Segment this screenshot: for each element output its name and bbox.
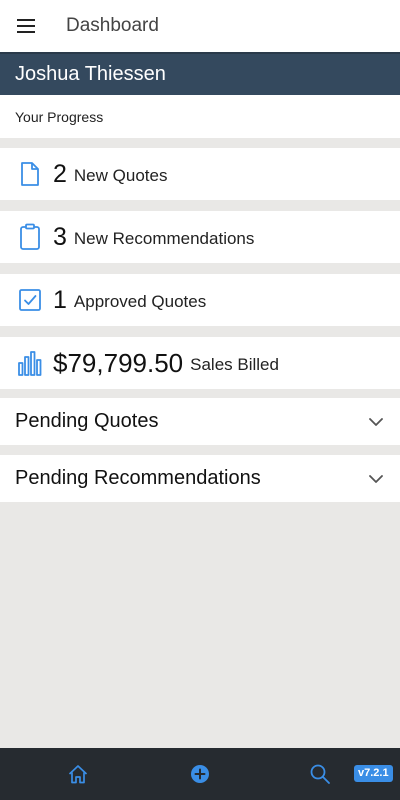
stat-label: Sales Billed	[190, 355, 279, 374]
chevron-down-icon[interactable]	[368, 471, 384, 487]
stat-card-new-recommendations[interactable]: 3 New Recommendations	[0, 211, 400, 263]
stat-label: New Quotes	[73, 166, 168, 185]
section-title: Pending Recommendations	[15, 467, 261, 489]
page-title: Dashboard	[66, 15, 159, 36]
stat-label: Approved Quotes	[73, 292, 207, 311]
bottom-nav: v7.2.1	[0, 748, 400, 800]
stat-value: 3	[53, 222, 67, 251]
user-name: Joshua Thiessen	[15, 63, 166, 85]
stat-value: $79,799.50	[53, 347, 184, 378]
stat-card-new-quotes[interactable]: 2 New Quotes	[0, 148, 400, 200]
stat-card-sales-billed[interactable]: $79,799.50 Sales Billed	[0, 337, 400, 389]
stat-card-approved-quotes[interactable]: 1 Approved Quotes	[0, 274, 400, 326]
hamburger-menu-icon[interactable]	[0, 0, 52, 52]
top-bar: Dashboard	[0, 0, 400, 52]
chevron-down-icon[interactable]	[368, 414, 384, 430]
progress-subtitle: Your Progress	[15, 108, 104, 125]
progress-subtitle-row: Your Progress	[0, 95, 400, 138]
user-header: Joshua Thiessen	[0, 52, 400, 95]
section-pending-quotes[interactable]: Pending Quotes	[0, 398, 400, 445]
document-icon	[16, 160, 44, 188]
stat-value: 1	[53, 285, 67, 314]
checkbox-icon	[16, 286, 44, 314]
clipboard-icon	[16, 223, 44, 251]
stat-label: New Recommendations	[73, 229, 255, 248]
section-title: Pending Quotes	[15, 410, 159, 432]
app-root: Dashboard Joshua Thiessen Your Progress …	[0, 0, 400, 800]
version-badge: v7.2.1	[354, 765, 393, 782]
home-icon[interactable]	[56, 748, 100, 800]
search-icon[interactable]	[298, 748, 342, 800]
stat-value: 2	[53, 159, 67, 188]
bar-chart-icon	[16, 349, 44, 377]
section-pending-recommendations[interactable]: Pending Recommendations	[0, 455, 400, 502]
add-circle-icon[interactable]	[178, 748, 222, 800]
